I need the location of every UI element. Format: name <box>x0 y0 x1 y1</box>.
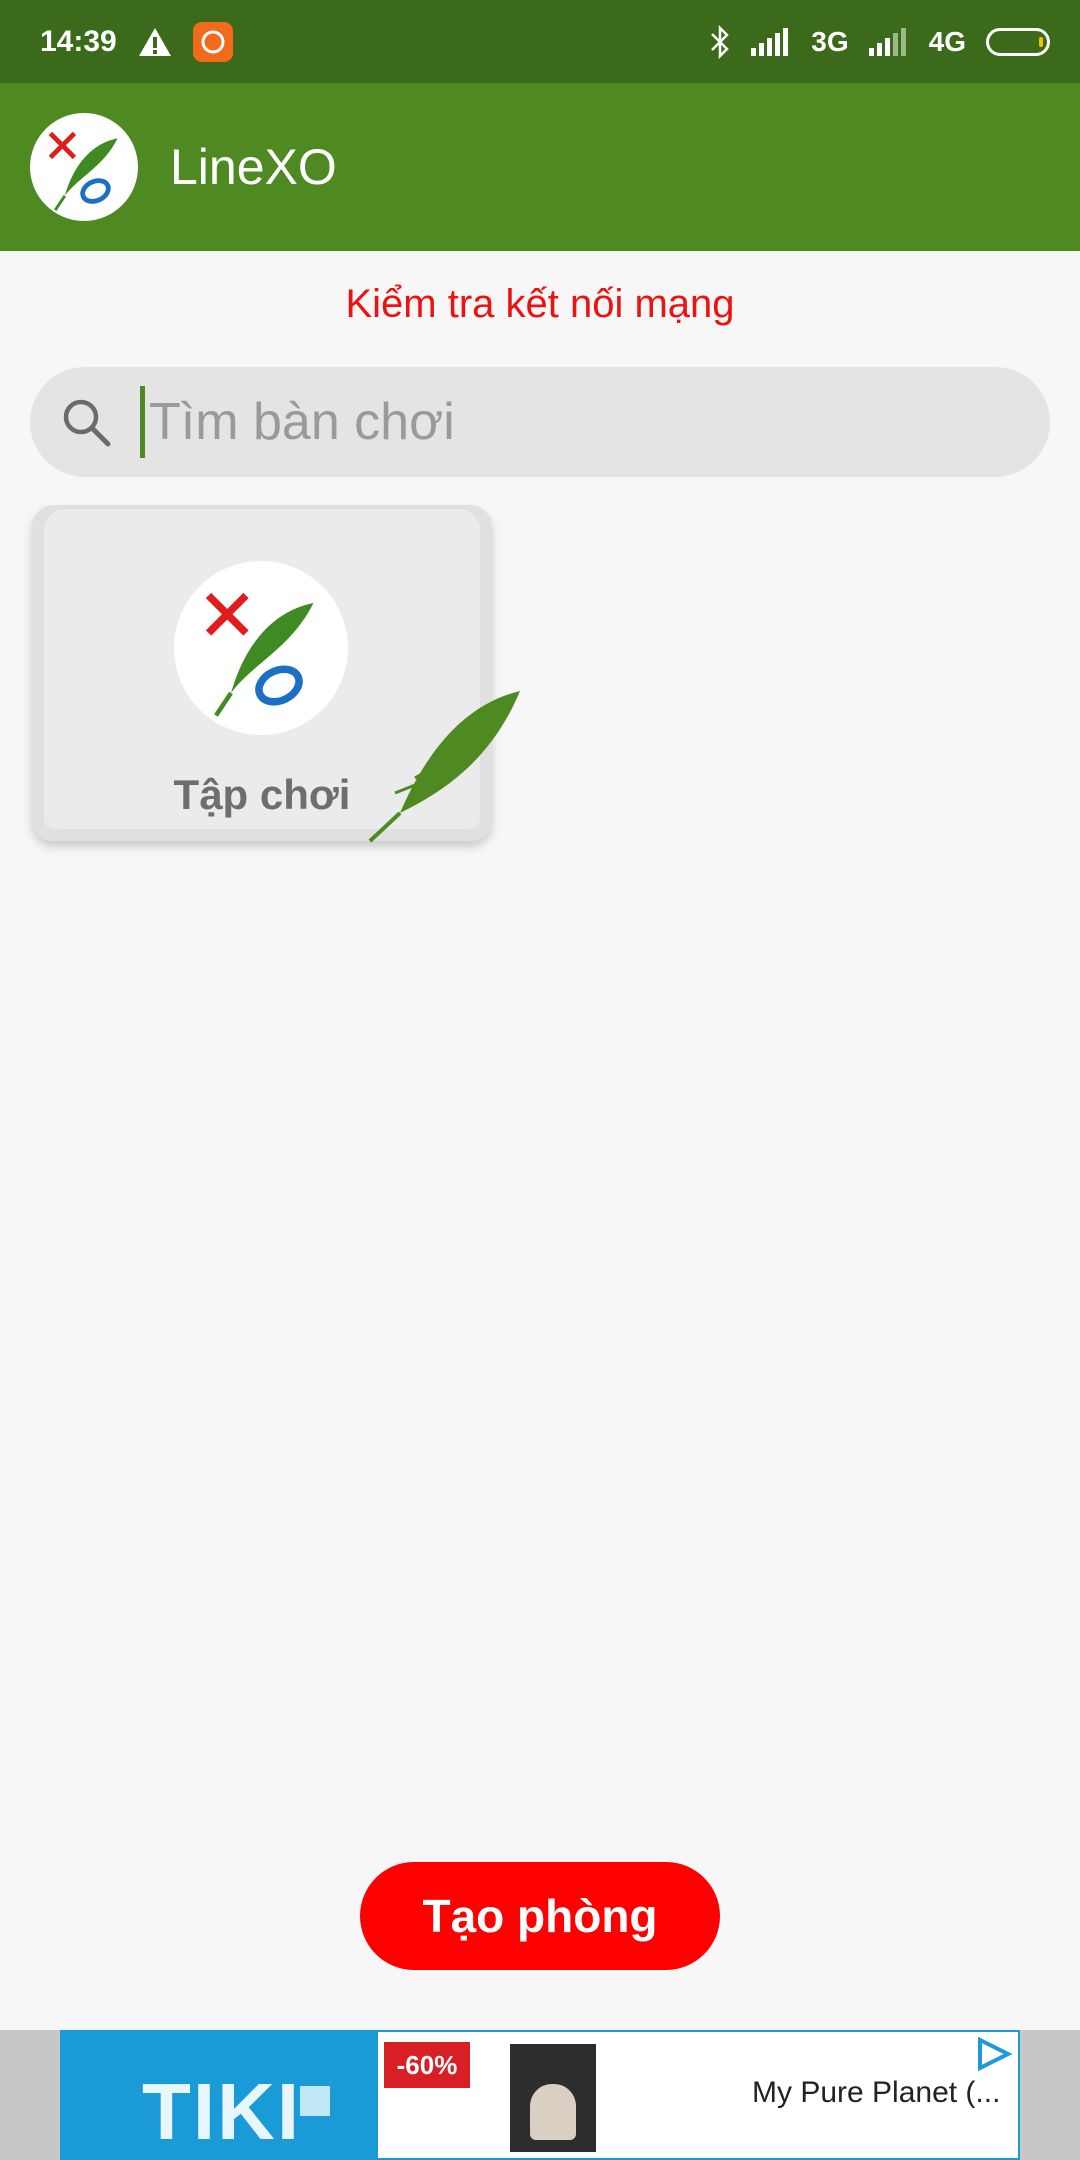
search-input[interactable] <box>147 391 971 453</box>
network-3g-label: 3G <box>811 25 849 57</box>
xo-feather-logo-icon <box>30 113 138 221</box>
ad-brand-square <box>300 2086 330 2116</box>
signal-icon <box>751 27 789 56</box>
battery-icon <box>986 27 1050 56</box>
status-right: 3G 4G <box>709 24 1050 59</box>
ad-choices-icon[interactable] <box>974 2036 1014 2072</box>
status-left: 14:39 <box>40 21 233 62</box>
ad-banner[interactable]: TIKI -60% My Pure Planet (... <box>0 2030 1080 2160</box>
warning-icon <box>138 27 171 56</box>
create-room-button[interactable]: Tạo phòng <box>360 1862 720 1970</box>
ad-brand-panel: TIKI <box>62 2032 378 2158</box>
search-icon <box>63 399 111 447</box>
search-bar[interactable] <box>30 367 1050 477</box>
app-bar: LineXO <box>0 83 1080 251</box>
ad-book-image <box>510 2044 596 2152</box>
bluetooth-icon <box>711 24 730 59</box>
feather-icon <box>368 691 520 843</box>
ad-book-cover-figure <box>530 2084 576 2140</box>
text-caret <box>140 386 145 458</box>
mi-icon <box>192 21 233 62</box>
ad-brand-logo: TIKI <box>142 2067 302 2156</box>
status-bar: 14:39 3G 4G <box>0 0 1080 83</box>
network-status-message: Kiểm tra kết nối mạng <box>345 282 735 326</box>
ad-content[interactable]: TIKI -60% My Pure Planet (... <box>60 2030 1020 2160</box>
xo-feather-logo-icon <box>174 561 348 735</box>
app-title: LineXO <box>170 139 337 195</box>
signal-icon <box>868 27 906 56</box>
ad-discount-badge: -60% <box>384 2042 470 2088</box>
status-time: 14:39 <box>40 24 117 58</box>
ad-text: My Pure Planet (... <box>752 2076 1001 2109</box>
network-4g-label: 4G <box>928 25 966 57</box>
